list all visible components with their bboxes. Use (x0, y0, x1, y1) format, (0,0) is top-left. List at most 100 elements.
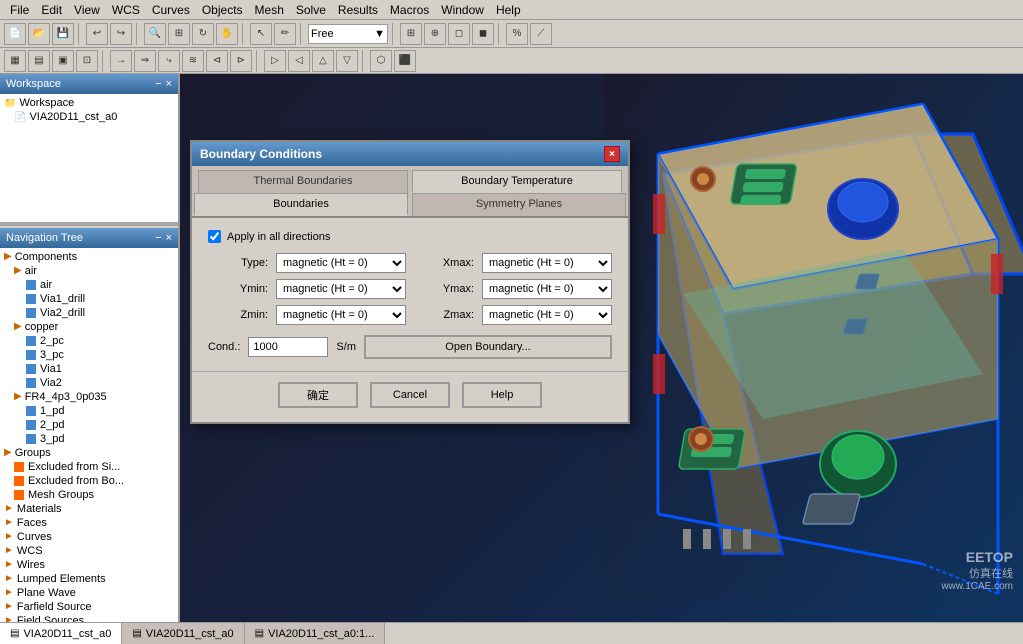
zoom-in-button[interactable]: 🔍 (144, 23, 166, 45)
new-button[interactable]: 📄 (4, 23, 26, 45)
apply-all-checkbox[interactable] (208, 230, 221, 243)
status-tab-0[interactable]: ▤ VIA20D11_cst_a0 (0, 623, 122, 644)
confirm-button[interactable]: 确定 (278, 382, 358, 408)
menu-file[interactable]: File (4, 1, 35, 19)
zoom-fit-button[interactable]: ⊞ (168, 23, 190, 45)
free-dropdown[interactable]: Free ▼ (308, 24, 388, 44)
tab-boundary-temperature[interactable]: Boundary Temperature (412, 170, 622, 193)
field-btn5[interactable]: ⊲ (206, 50, 228, 72)
nav-item-9[interactable]: Via2 (2, 376, 176, 390)
percent-button[interactable]: % (506, 23, 528, 45)
nav-item-6[interactable]: 2_pc (2, 334, 176, 348)
workspace-pin[interactable]: − (155, 78, 161, 90)
nav-pin[interactable]: − (155, 232, 161, 244)
zmin-select[interactable]: magnetic (Ht = 0)electric (Et = 0)open (… (276, 305, 406, 325)
draw-button[interactable]: ✏ (274, 23, 296, 45)
nav-item-0[interactable]: ▶ Components (2, 250, 176, 264)
zmax-select[interactable]: magnetic (Ht = 0)electric (Et = 0)open (… (482, 305, 612, 325)
xmax-select[interactable]: magnetic (Ht = 0)electric (Et = 0)open (… (482, 253, 612, 273)
line-button[interactable]: ⟋ (530, 23, 552, 45)
menu-objects[interactable]: Objects (196, 1, 249, 19)
nav-item-12[interactable]: 2_pd (2, 418, 176, 432)
nav-item-15[interactable]: Excluded from Si... (2, 460, 176, 474)
nav-item-10[interactable]: ▶ FR4_4p3_0p035 (2, 390, 176, 404)
menu-window[interactable]: Window (435, 1, 490, 19)
cond-input[interactable] (248, 337, 328, 357)
status-tab-2[interactable]: ▤ VIA20D11_cst_a0:1... (245, 623, 386, 644)
nav-item-1[interactable]: ▶ air (2, 264, 176, 278)
menu-view[interactable]: View (68, 1, 106, 19)
snap-button[interactable]: ⊕ (424, 23, 446, 45)
dialog-close-button[interactable]: × (604, 146, 620, 162)
mesh-btn2[interactable]: ▤ (28, 50, 50, 72)
tab-thermal-boundaries[interactable]: Thermal Boundaries (198, 170, 408, 193)
mesh-btn4[interactable]: ⊡ (76, 50, 98, 72)
view-btn3[interactable]: △ (312, 50, 334, 72)
nav-item-16[interactable]: Excluded from Bo... (2, 474, 176, 488)
view-btn2[interactable]: ◁ (288, 50, 310, 72)
help-button[interactable]: Help (462, 382, 542, 408)
menu-macros[interactable]: Macros (384, 1, 435, 19)
nav-item-11[interactable]: 1_pd (2, 404, 176, 418)
nav-item-7[interactable]: 3_pc (2, 348, 176, 362)
field-btn1[interactable]: → (110, 50, 132, 72)
field-btn6[interactable]: ⊳ (230, 50, 252, 72)
nav-item-5[interactable]: ▶ copper (2, 320, 176, 334)
view-btn4[interactable]: ▽ (336, 50, 358, 72)
ymax-select[interactable]: magnetic (Ht = 0)electric (Et = 0)open (… (482, 279, 612, 299)
redo-button[interactable]: ↪ (110, 23, 132, 45)
cancel-button[interactable]: Cancel (370, 382, 450, 408)
nav-item-14[interactable]: ▶ Groups (2, 446, 176, 460)
nav-item-19[interactable]: ► Faces (2, 516, 176, 530)
wireframe-button[interactable]: ◻ (448, 23, 470, 45)
grid-button[interactable]: ⊞ (400, 23, 422, 45)
field-btn4[interactable]: ≋ (182, 50, 204, 72)
open-button[interactable]: 📂 (28, 23, 50, 45)
tab-boundaries[interactable]: Boundaries (194, 193, 408, 216)
view-btn1[interactable]: ▷ (264, 50, 286, 72)
type-select[interactable]: magnetic (Ht = 0)electric (Et = 0)open (… (276, 253, 406, 273)
workspace-project[interactable]: 📄 VIA20D11_cst_a0 (2, 110, 176, 124)
status-tab-1[interactable]: ▤ VIA20D11_cst_a0 (122, 623, 244, 644)
nav-close[interactable]: × (166, 232, 172, 244)
menu-wcs[interactable]: WCS (106, 1, 146, 19)
mesh-btn3[interactable]: ▣ (52, 50, 74, 72)
menu-help[interactable]: Help (490, 1, 527, 19)
solid-button[interactable]: ◼ (472, 23, 494, 45)
menu-edit[interactable]: Edit (35, 1, 68, 19)
select-button[interactable]: ↖ (250, 23, 272, 45)
open-boundary-button[interactable]: Open Boundary... (364, 335, 612, 359)
ymin-select[interactable]: magnetic (Ht = 0)electric (Et = 0)open (… (276, 279, 406, 299)
rotate-button[interactable]: ↻ (192, 23, 214, 45)
nav-item-22[interactable]: ► Wires (2, 558, 176, 572)
menu-curves[interactable]: Curves (146, 1, 196, 19)
tab-symmetry-planes[interactable]: Symmetry Planes (412, 193, 626, 216)
workspace-close[interactable]: × (166, 78, 172, 90)
nav-item-4[interactable]: Via2_drill (2, 306, 176, 320)
field-btn2[interactable]: ⇒ (134, 50, 156, 72)
nav-item-8[interactable]: Via1 (2, 362, 176, 376)
front-btn[interactable]: ⬛ (394, 50, 416, 72)
menu-solve[interactable]: Solve (290, 1, 332, 19)
nav-item-13[interactable]: 3_pd (2, 432, 176, 446)
nav-item-21[interactable]: ► WCS (2, 544, 176, 558)
nav-item-20[interactable]: ► Curves (2, 530, 176, 544)
nav-item-25[interactable]: ► Farfield Source (2, 600, 176, 614)
resize-handle[interactable] (0, 222, 178, 226)
menu-results[interactable]: Results (332, 1, 384, 19)
nav-item-24[interactable]: ► Plane Wave (2, 586, 176, 600)
undo-button[interactable]: ↩ (86, 23, 108, 45)
nav-item-18[interactable]: ► Materials (2, 502, 176, 516)
nav-item-2[interactable]: air (2, 278, 176, 292)
nav-item-3[interactable]: Via1_drill (2, 292, 176, 306)
pan-button[interactable]: ✋ (216, 23, 238, 45)
menu-mesh[interactable]: Mesh (249, 1, 290, 19)
nav-item-26[interactable]: ► Field Sources (2, 614, 176, 623)
nav-item-23[interactable]: ► Lumped Elements (2, 572, 176, 586)
save-button[interactable]: 💾 (52, 23, 74, 45)
mesh-btn1[interactable]: ▦ (4, 50, 26, 72)
nav-item-17[interactable]: Mesh Groups (2, 488, 176, 502)
iso-btn[interactable]: ⬡ (370, 50, 392, 72)
field-btn3[interactable]: ⤷ (158, 50, 180, 72)
workspace-root[interactable]: 📁 Workspace (2, 96, 176, 110)
